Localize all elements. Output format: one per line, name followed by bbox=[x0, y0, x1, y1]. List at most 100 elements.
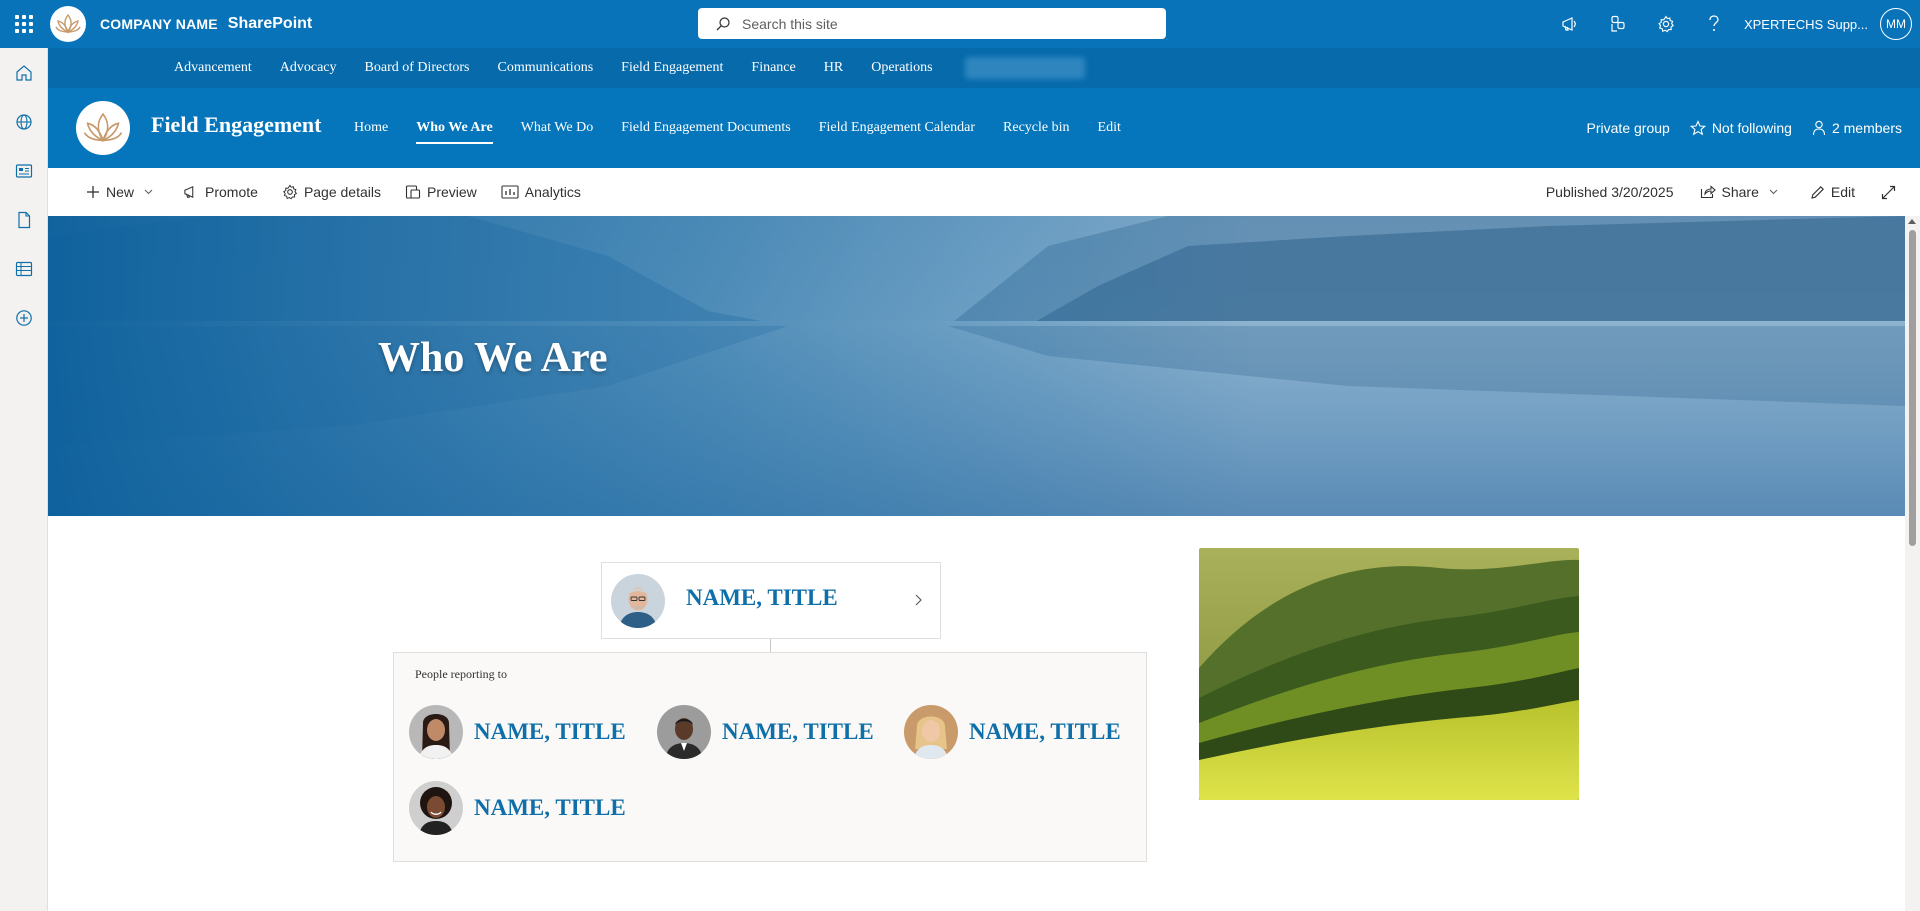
new-label: New bbox=[106, 184, 135, 200]
user-avatar[interactable]: MM bbox=[1880, 8, 1912, 40]
share-icon bbox=[1700, 185, 1716, 199]
app-launcher-button[interactable] bbox=[0, 0, 48, 48]
analytics-button[interactable]: Analytics bbox=[501, 184, 581, 200]
report-person[interactable]: NAME, TITLE bbox=[904, 705, 1121, 759]
report-person[interactable]: NAME, TITLE bbox=[409, 781, 626, 835]
report-avatar[interactable] bbox=[409, 705, 463, 759]
site-header: Field Engagement Home Who We Are What We… bbox=[48, 88, 1920, 168]
site-nav-field-engagement-calendar[interactable]: Field Engagement Calendar bbox=[819, 88, 975, 168]
chevron-down-icon bbox=[1769, 189, 1778, 195]
share-button[interactable]: Share bbox=[1700, 184, 1784, 200]
app-rail bbox=[0, 48, 48, 911]
report-avatar[interactable] bbox=[904, 705, 958, 759]
site-nav-field-engagement-documents[interactable]: Field Engagement Documents bbox=[621, 88, 791, 168]
site-nav-edit[interactable]: Edit bbox=[1098, 88, 1121, 168]
analytics-icon bbox=[501, 185, 519, 199]
hub-nav-advocacy[interactable]: Advocacy bbox=[280, 60, 337, 76]
collaboration-icon[interactable] bbox=[1594, 0, 1642, 48]
published-status: Published 3/20/2025 bbox=[1545, 184, 1674, 200]
globe-icon[interactable] bbox=[0, 97, 48, 146]
promote-button[interactable]: Promote bbox=[183, 184, 258, 200]
members-label: 2 members bbox=[1831, 120, 1902, 136]
report-name[interactable]: NAME, TITLE bbox=[722, 719, 874, 745]
edit-label: Edit bbox=[1830, 184, 1855, 200]
star-icon bbox=[1689, 120, 1706, 136]
megaphone-icon bbox=[184, 185, 194, 199]
chevron-right-icon[interactable] bbox=[915, 594, 922, 606]
report-avatar[interactable] bbox=[657, 705, 711, 759]
follow-label: Not following bbox=[1711, 120, 1792, 136]
report-person[interactable]: NAME, TITLE bbox=[657, 705, 874, 759]
settings-icon[interactable] bbox=[1642, 0, 1690, 48]
green-hills-image[interactable] bbox=[1199, 548, 1579, 800]
page-scrollbar[interactable] bbox=[1905, 216, 1920, 911]
privacy-label: Private group bbox=[1586, 120, 1670, 136]
reports-label: People reporting to bbox=[415, 667, 507, 681]
page-details-button[interactable]: Page details bbox=[282, 184, 381, 200]
promote-label: Promote bbox=[205, 184, 258, 200]
page-details-label: Page details bbox=[303, 184, 381, 200]
report-name[interactable]: NAME, TITLE bbox=[969, 719, 1121, 745]
manager-name[interactable]: NAME, TITLE bbox=[686, 585, 838, 611]
megaphone-icon[interactable] bbox=[1546, 0, 1594, 48]
help-icon[interactable] bbox=[1690, 0, 1738, 48]
preview-button[interactable]: Preview bbox=[405, 184, 477, 200]
hub-nav-board-of-directors[interactable]: Board of Directors bbox=[365, 60, 470, 76]
expand-icon bbox=[1881, 185, 1896, 199]
site-logo-icon[interactable] bbox=[76, 101, 130, 155]
direct-reports-panel: People reporting to NAME, TITLE NAME, TI… bbox=[393, 652, 1147, 862]
chevron-down-icon bbox=[144, 189, 153, 195]
scroll-up-arrow-icon[interactable] bbox=[1908, 219, 1916, 224]
hub-nav-field-engagement[interactable]: Field Engagement bbox=[621, 60, 723, 76]
hero-banner: Who We Are bbox=[48, 216, 1905, 516]
site-nav-what-we-do[interactable]: What We Do bbox=[521, 88, 593, 168]
new-button[interactable]: New bbox=[86, 184, 159, 200]
report-person[interactable]: NAME, TITLE bbox=[409, 705, 626, 759]
analytics-label: Analytics bbox=[524, 184, 581, 200]
search-placeholder: Search this site bbox=[742, 15, 838, 32]
lotus-logo-icon[interactable] bbox=[50, 6, 86, 42]
list-icon[interactable] bbox=[0, 244, 48, 293]
manager-card[interactable]: NAME, TITLE bbox=[601, 562, 941, 639]
search-icon bbox=[716, 16, 730, 30]
expand-button[interactable] bbox=[1881, 185, 1902, 200]
company-name[interactable]: COMPANY NAME bbox=[100, 16, 218, 32]
report-avatar[interactable] bbox=[409, 781, 463, 835]
waffle-icon bbox=[15, 15, 33, 33]
hub-nav-operations[interactable]: Operations bbox=[871, 60, 932, 76]
hub-navigation: Advancement Advocacy Board of Directors … bbox=[48, 48, 1920, 88]
document-icon[interactable] bbox=[0, 195, 48, 244]
redacted-nav-item bbox=[964, 57, 1085, 79]
gear-icon bbox=[282, 184, 298, 200]
person-icon bbox=[1812, 120, 1826, 136]
user-name[interactable]: XPERTECHS Supp... bbox=[1744, 17, 1868, 32]
manager-avatar[interactable] bbox=[611, 574, 665, 633]
preview-icon bbox=[405, 185, 421, 199]
lake-landscape-image bbox=[48, 216, 1905, 516]
report-name[interactable]: NAME, TITLE bbox=[474, 795, 626, 821]
app-name[interactable]: SharePoint bbox=[228, 15, 312, 33]
site-nav-who-we-are[interactable]: Who We Are bbox=[416, 88, 493, 168]
scroll-thumb[interactable] bbox=[1909, 230, 1916, 546]
home-icon[interactable] bbox=[0, 48, 48, 97]
site-nav-recycle-bin[interactable]: Recycle bin bbox=[1003, 88, 1069, 168]
page-title: Who We Are bbox=[378, 335, 608, 381]
hub-nav-hr[interactable]: HR bbox=[824, 60, 843, 76]
members-button[interactable]: 2 members bbox=[1812, 120, 1902, 136]
site-nav-home[interactable]: Home bbox=[354, 88, 388, 168]
hub-nav-communications[interactable]: Communications bbox=[497, 60, 593, 76]
report-name[interactable]: NAME, TITLE bbox=[474, 719, 626, 745]
follow-button[interactable]: Not following bbox=[1689, 120, 1792, 136]
news-icon[interactable] bbox=[0, 146, 48, 195]
preview-label: Preview bbox=[427, 184, 477, 200]
add-icon[interactable] bbox=[0, 293, 48, 342]
search-input[interactable]: Search this site bbox=[698, 8, 1166, 39]
hub-nav-finance[interactable]: Finance bbox=[751, 60, 795, 76]
edit-button[interactable]: Edit bbox=[1810, 184, 1855, 200]
hub-nav-advancement[interactable]: Advancement bbox=[174, 60, 252, 76]
command-bar: New Promote Page details Preview Analyti… bbox=[48, 168, 1920, 216]
plus-icon bbox=[87, 186, 99, 198]
site-navigation: Home Who We Are What We Do Field Engagem… bbox=[354, 88, 1149, 168]
site-title[interactable]: Field Engagement bbox=[151, 112, 322, 138]
pencil-icon bbox=[1811, 185, 1824, 199]
